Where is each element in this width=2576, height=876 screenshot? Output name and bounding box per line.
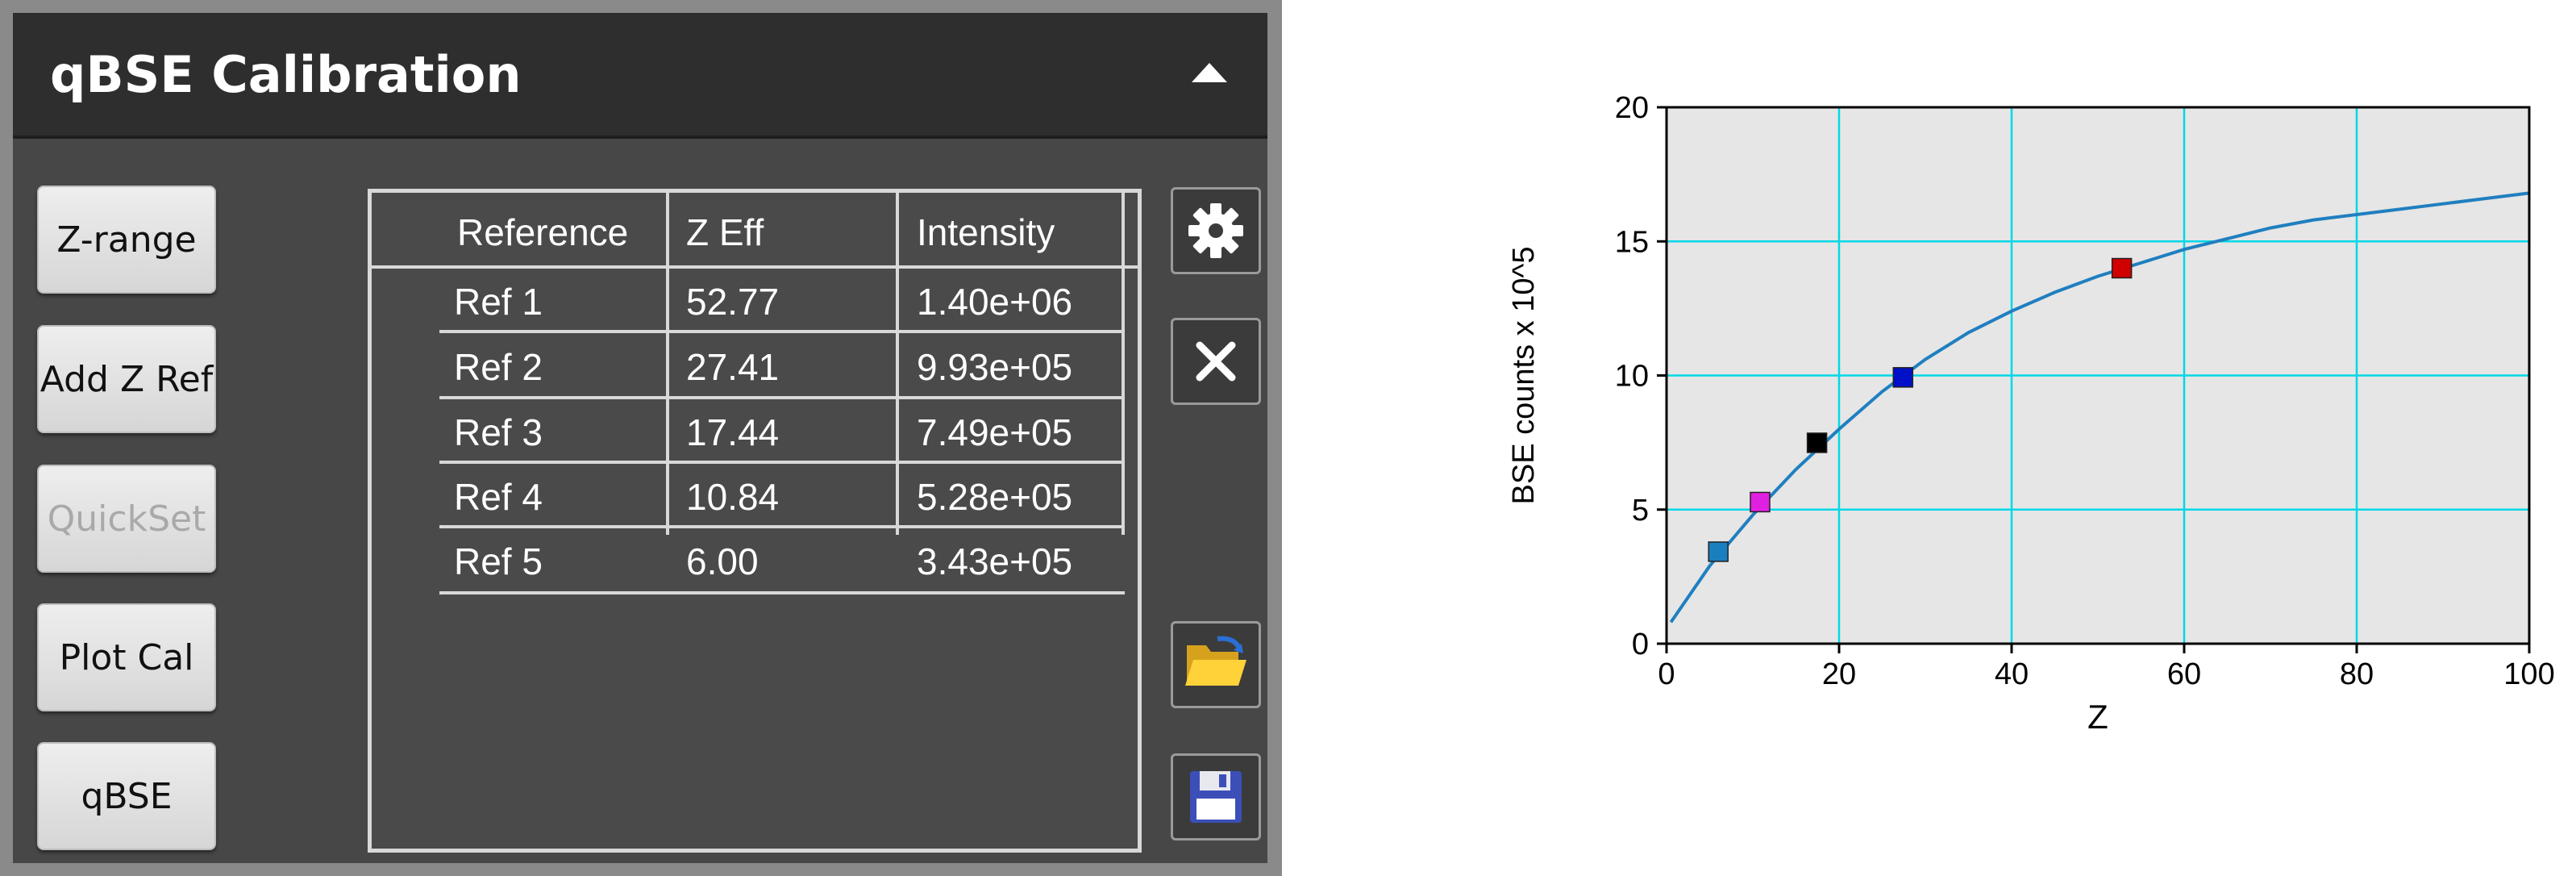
row-divider <box>439 396 1125 399</box>
y-tick-label: 20 <box>1615 91 1649 125</box>
quickset-button[interactable]: QuickSet <box>37 465 216 573</box>
save-disk-icon <box>1190 771 1242 823</box>
x-tick-label: 100 <box>2503 657 2554 691</box>
table-cell[interactable]: 10.84 <box>686 478 779 515</box>
data-point <box>1892 367 1914 388</box>
column-divider <box>1122 193 1125 535</box>
table-cell[interactable]: Ref 1 <box>454 283 543 320</box>
calibration-table: Reference Z Eff Intensity Ref 1 52.77 1.… <box>368 189 1142 853</box>
data-point <box>1708 541 1729 562</box>
table-cell[interactable]: Ref 4 <box>454 478 543 515</box>
header-z-eff[interactable]: Z Eff <box>686 214 764 251</box>
panel-body: qBSE Calibration Z-range Add Z Ref Quick… <box>13 13 1267 863</box>
table-cell[interactable]: 7.49e+05 <box>917 414 1072 451</box>
panel-header: qBSE Calibration <box>13 13 1267 139</box>
y-tick-label: 0 <box>1632 628 1649 661</box>
row-divider <box>439 461 1125 464</box>
data-point <box>1750 491 1771 513</box>
open-file-button[interactable] <box>1171 621 1261 708</box>
save-button[interactable] <box>1171 753 1261 841</box>
table-cell[interactable]: Ref 3 <box>454 414 543 451</box>
row-divider <box>439 525 1125 528</box>
data-point <box>2111 257 2133 279</box>
table-cell[interactable]: Ref 2 <box>454 348 543 386</box>
x-tick-label: 80 <box>2340 657 2374 691</box>
panel-title: qBSE Calibration <box>50 45 522 104</box>
x-tick-label: 40 <box>1995 657 2029 691</box>
delete-button[interactable] <box>1171 318 1261 405</box>
header-divider <box>372 265 1138 269</box>
y-tick-label: 5 <box>1632 494 1649 528</box>
z-range-button[interactable]: Z-range <box>37 186 216 294</box>
table-cell[interactable]: 5.28e+05 <box>917 478 1072 515</box>
table-cell[interactable]: 9.93e+05 <box>917 348 1072 386</box>
qbse-button[interactable]: qBSE <box>37 742 216 850</box>
calibration-chart: 0 20 40 60 80 100 0 5 10 15 20 Z BSE counts x 10^5 <box>1507 91 2555 736</box>
settings-button[interactable] <box>1171 187 1261 274</box>
close-icon <box>1196 341 1236 382</box>
row-divider <box>439 330 1125 333</box>
qbse-calibration-panel: qBSE Calibration Z-range Add Z Ref Quick… <box>0 0 1282 876</box>
y-tick-label: 15 <box>1615 225 1649 259</box>
x-tick-label: 20 <box>1822 657 1856 691</box>
gear-icon <box>1188 203 1243 258</box>
table-cell[interactable]: 52.77 <box>686 283 779 320</box>
header-reference[interactable]: Reference <box>457 214 628 251</box>
header-intensity[interactable]: Intensity <box>917 214 1055 251</box>
table-cell[interactable]: 17.44 <box>686 414 779 451</box>
plot-cal-button[interactable]: Plot Cal <box>37 603 216 711</box>
column-divider <box>666 265 669 535</box>
x-tick-label: 60 <box>2167 657 2201 691</box>
table-cell[interactable]: 27.41 <box>686 348 779 386</box>
table-cell[interactable]: Ref 5 <box>454 543 543 580</box>
column-divider <box>666 193 669 265</box>
collapse-up-icon[interactable] <box>1192 63 1227 82</box>
column-divider <box>896 193 899 535</box>
table-cell[interactable]: 1.40e+06 <box>917 283 1072 320</box>
add-z-ref-button[interactable]: Add Z Ref <box>37 325 216 433</box>
y-axis-label: BSE counts x 10^5 <box>1507 247 1541 505</box>
x-tick-label: 0 <box>1658 657 1675 691</box>
table-cell[interactable]: 3.43e+05 <box>917 543 1072 580</box>
x-axis-label: Z <box>2087 698 2108 736</box>
open-folder-icon <box>1185 636 1246 686</box>
y-tick-label: 10 <box>1615 360 1649 394</box>
data-point <box>1806 432 1828 453</box>
table-cell[interactable]: 6.00 <box>686 543 759 580</box>
row-divider <box>439 591 1125 594</box>
